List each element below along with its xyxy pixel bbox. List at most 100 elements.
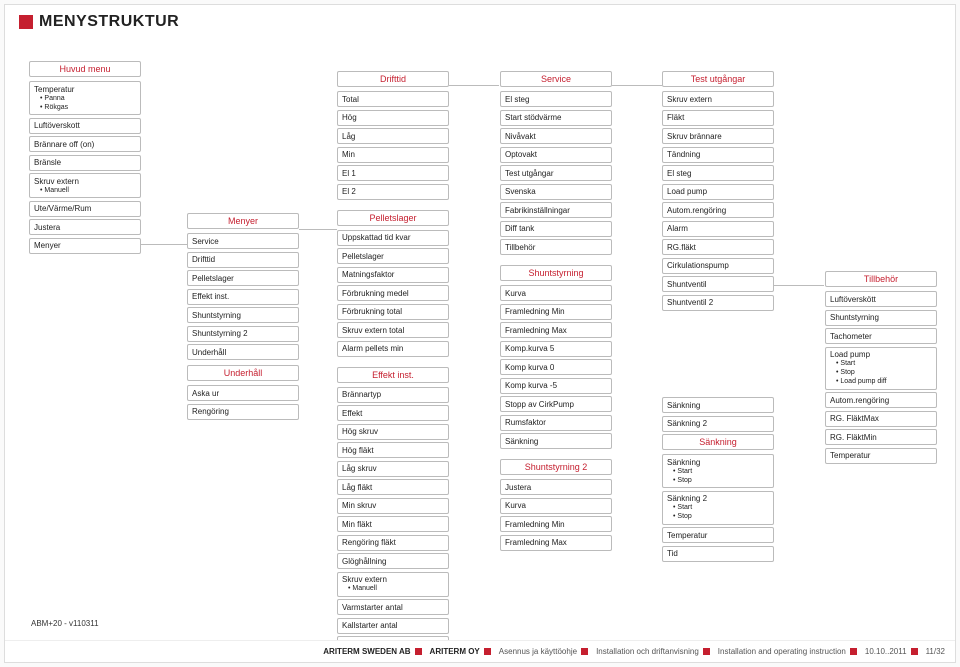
col3-item: El 2	[337, 184, 449, 200]
connector	[299, 229, 337, 230]
sankning-item-bullets: • Start • Stop	[667, 503, 769, 521]
col3-item: Hög fläkt	[337, 442, 449, 458]
col3-item: Kallstarter antal	[337, 618, 449, 634]
col3-item: Förbrukning medel	[337, 285, 449, 301]
col3-item: Min skruv	[337, 498, 449, 514]
header-sankning: Sänkning	[662, 434, 774, 450]
col4-item: Optovakt	[500, 147, 612, 163]
col5-item: Autom.rengöring	[662, 202, 774, 218]
col3-item: Varmstarter antal	[337, 599, 449, 615]
footer-date: 10.10..2011	[865, 647, 907, 656]
tillbehor-item: Load pump• Start • Stop • Load pump diff	[825, 347, 937, 390]
col5-item: Shuntventil 2	[662, 295, 774, 311]
col3-item: Matningsfaktor	[337, 267, 449, 283]
col3-header: Effekt inst.	[337, 367, 449, 383]
col5-item: Skruv brännare	[662, 128, 774, 144]
col3-item: Effekt	[337, 405, 449, 421]
col-sankning-items: Sänkning Sänkning 2	[662, 397, 774, 434]
brand-square-icon	[19, 15, 33, 29]
col4-item: Diff tank	[500, 221, 612, 237]
sankning-extra-item: Sänkning 2	[662, 416, 774, 432]
footer-sep-icon	[581, 648, 588, 655]
col5-item: Shuntventil	[662, 276, 774, 292]
tillbehor-item: Temperatur	[825, 448, 937, 464]
tillbehor-item-bullets: • Start • Stop • Load pump diff	[830, 359, 932, 386]
col3-item: Rengöring fläkt	[337, 535, 449, 551]
connector	[449, 85, 499, 86]
footer-sep-icon	[415, 648, 422, 655]
tillbehor-item: Shuntstyrning	[825, 310, 937, 326]
col-underhall: Underhåll Aska ur Rengöring	[187, 365, 299, 422]
col4-item: Fabrikinställningar	[500, 202, 612, 218]
col-drift-pellets-effekt: DrifttidTotalHögLågMinEl 1El 2Pelletslag…	[337, 71, 449, 662]
footer-doc3: Installation and operating instruction	[718, 647, 846, 656]
col4-item: Kurva	[500, 285, 612, 301]
col-tillbehor: Tillbehör LuftöversköttShuntstyrningTach…	[825, 271, 937, 466]
huvudmenu-item: Temperatur• Panna • Rökgas	[29, 81, 141, 115]
col-sankning-group: Sänkning Sänkning• Start • StopSänkning …	[662, 434, 774, 564]
menyer-item: Shuntstyrning	[187, 307, 299, 323]
menyer-item: Pelletslager	[187, 270, 299, 286]
page-title: MENYSTRUKTUR	[39, 13, 179, 31]
tillbehor-item: RG. FläktMin	[825, 429, 937, 445]
col4-item: Sänkning	[500, 433, 612, 449]
huvudmenu-item: Ute/Värme/Rum	[29, 201, 141, 217]
sankning-item: Sänkning• Start • Stop	[662, 454, 774, 488]
sankning-item: Tid	[662, 546, 774, 562]
col3-item: Låg	[337, 128, 449, 144]
connector	[774, 285, 824, 286]
col5-item: RG.fläkt	[662, 239, 774, 255]
underhall-item: Rengöring	[187, 404, 299, 420]
footer-sep-icon	[911, 648, 918, 655]
col5-item: Load pump	[662, 184, 774, 200]
col5-item: Cirkulationspump	[662, 258, 774, 274]
menyer-item: Service	[187, 233, 299, 249]
huvudmenu-item: Menyer	[29, 238, 141, 254]
col3-item: Låg skruv	[337, 461, 449, 477]
col3-item: Min fläkt	[337, 516, 449, 532]
huvudmenu-item: Brännare off (on)	[29, 136, 141, 152]
col3-item: Uppskattad tid kvar	[337, 230, 449, 246]
footer-doc2: Installation och driftanvisning	[596, 647, 699, 656]
col3-item: Total	[337, 91, 449, 107]
sankning-item: Temperatur	[662, 527, 774, 543]
menyer-item: Drifttid	[187, 252, 299, 268]
col3-item: Skruv extern• Manuell	[337, 572, 449, 597]
menyer-item: Underhåll	[187, 344, 299, 360]
col4-item: Test utgångar	[500, 165, 612, 181]
header-menyer: Menyer	[187, 213, 299, 229]
col4-header: Shuntstyrning	[500, 265, 612, 281]
col3-item: Glöghållning	[337, 553, 449, 569]
header-underhall: Underhåll	[187, 365, 299, 381]
col4-header: Service	[500, 71, 612, 87]
col-menyer: Menyer ServiceDrifttidPelletslagerEffekt…	[187, 213, 299, 363]
col3-item-bullets: • Manuell	[342, 584, 444, 593]
huvudmenu-item: Bränsle	[29, 155, 141, 171]
col4-item: Framledning Max	[500, 535, 612, 551]
col-huvudmenu: Huvud menu Temperatur• Panna • RökgasLuf…	[29, 61, 141, 256]
underhall-item: Aska ur	[187, 385, 299, 401]
huvudmenu-item: Justera	[29, 219, 141, 235]
col3-item: Pelletslager	[337, 248, 449, 264]
footer-sep-icon	[850, 648, 857, 655]
col4-item: Nivåvakt	[500, 128, 612, 144]
title-bar: MENYSTRUKTUR	[5, 5, 955, 35]
huvudmenu-item: Luftöverskott	[29, 118, 141, 134]
col4-item: Kurva	[500, 498, 612, 514]
col3-item: Brännartyp	[337, 387, 449, 403]
col3-item: Låg fläkt	[337, 479, 449, 495]
col4-item: Framledning Min	[500, 516, 612, 532]
col3-item: Hög	[337, 110, 449, 126]
page: MENYSTRUKTUR Huvud menu Temperatur• Pann…	[4, 4, 956, 663]
huvudmenu-item-bullets: • Manuell	[34, 186, 136, 195]
col4-item: Rumsfaktor	[500, 415, 612, 431]
menyer-item: Shuntstyrning 2	[187, 326, 299, 342]
col4-item: Tillbehör	[500, 239, 612, 255]
col4-item: Framledning Max	[500, 322, 612, 338]
huvudmenu-item: Skruv extern• Manuell	[29, 173, 141, 198]
col3-item: Skruv extern total	[337, 322, 449, 338]
sankning-extra-item: Sänkning	[662, 397, 774, 413]
col3-item: Min	[337, 147, 449, 163]
col3-header: Pelletslager	[337, 210, 449, 226]
footer-page: 11/32	[926, 647, 945, 656]
